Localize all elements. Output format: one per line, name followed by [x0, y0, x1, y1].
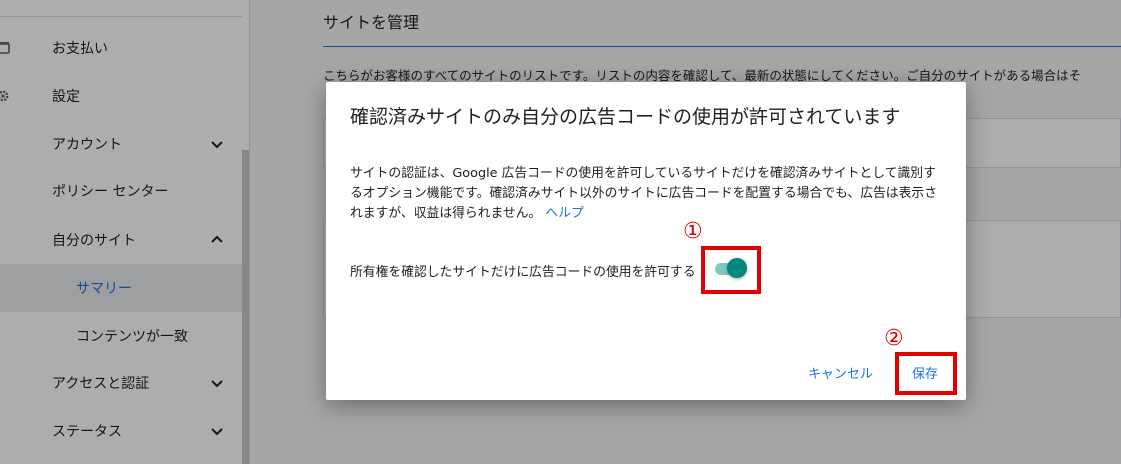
- dialog-body-text: サイトの認証は、Google 広告コードの使用を許可しているサイトだけを確認済み…: [350, 166, 937, 221]
- toggle-label: 所有権を確認したサイトだけに広告コードの使用を許可する: [350, 264, 696, 280]
- dialog-body: サイトの認証は、Google 広告コードの使用を許可しているサイトだけを確認済み…: [350, 164, 946, 224]
- help-link[interactable]: ヘルプ: [545, 206, 583, 221]
- dialog-title: 確認済みサイトのみ自分の広告コードの使用が許可されています: [350, 106, 901, 128]
- step-marker-2: ②: [884, 326, 904, 351]
- verification-dialog: 確認済みサイトのみ自分の広告コードの使用が許可されています サイトの認証は、Go…: [326, 82, 966, 400]
- toggle-highlight-box: [701, 246, 761, 294]
- cancel-button[interactable]: キャンセル: [800, 358, 881, 386]
- save-highlight-box: [895, 352, 957, 395]
- step-marker-1: ①: [683, 219, 703, 244]
